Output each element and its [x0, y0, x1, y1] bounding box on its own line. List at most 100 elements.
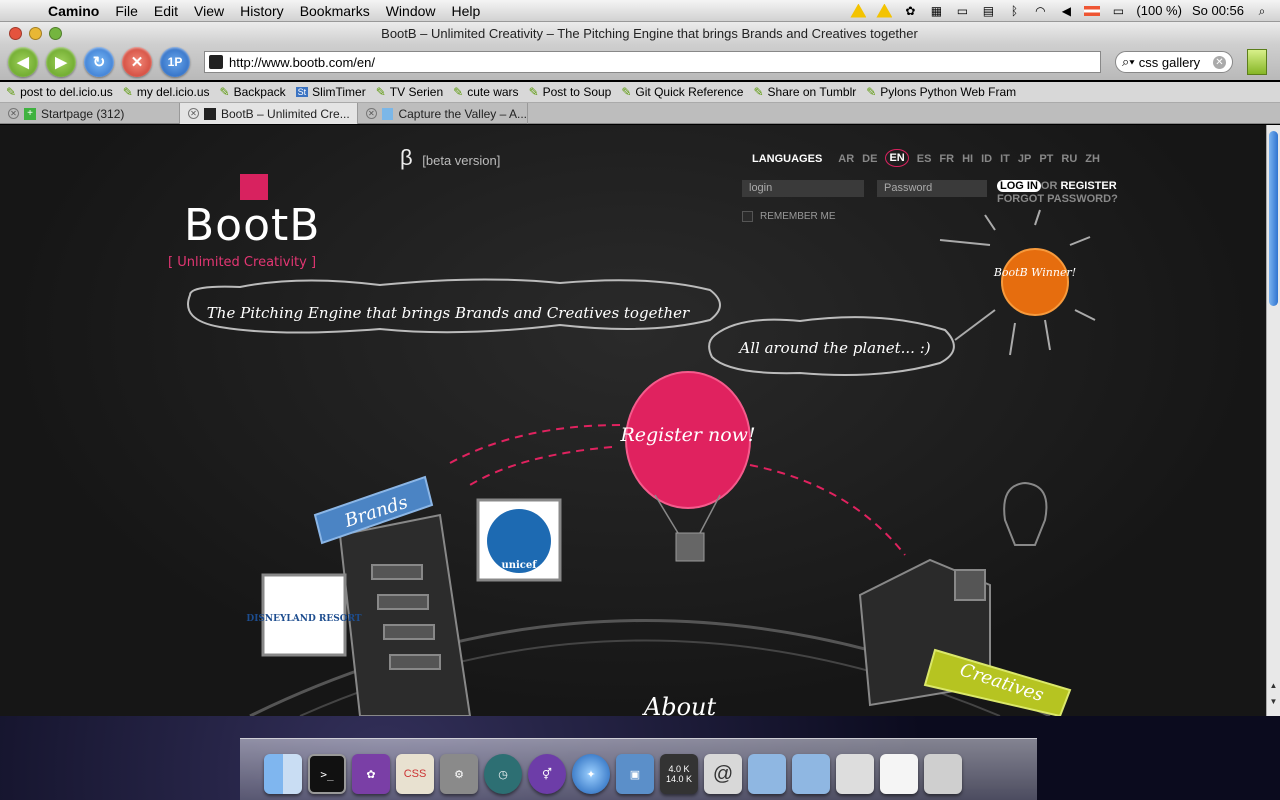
scroll-down-arrow[interactable]: ▼ — [1269, 697, 1278, 707]
grid-icon[interactable]: ▦ — [928, 4, 944, 18]
bookmark-item[interactable]: ✎ Backpack — [220, 85, 286, 99]
tab-capture-the-valley[interactable]: ✕ Capture the Valley – A... — [358, 103, 528, 124]
bookmark-item[interactable]: ✎ my del.icio.us — [123, 85, 210, 99]
warning-icon[interactable] — [876, 3, 893, 18]
menu-help[interactable]: Help — [444, 3, 489, 19]
remember-checkbox[interactable] — [742, 211, 753, 222]
address-bar[interactable]: http://www.bootb.com/en/ — [204, 51, 1101, 73]
menu-bookmarks[interactable]: Bookmarks — [292, 3, 378, 19]
close-tab-icon[interactable]: ✕ — [188, 108, 199, 119]
balloon-text[interactable]: Register now! — [619, 424, 755, 446]
menu-history[interactable]: History — [232, 3, 292, 19]
lang-ar[interactable]: AR — [838, 153, 854, 167]
paw-icon[interactable]: ✿ — [902, 4, 918, 18]
lang-pt[interactable]: PT — [1039, 153, 1053, 167]
bookmark-item[interactable]: ✎ post to del.icio.us — [6, 85, 113, 99]
lang-en[interactable]: EN — [885, 149, 909, 167]
close-tab-icon[interactable]: ✕ — [8, 108, 19, 119]
wifi-icon[interactable]: ◠ — [1032, 4, 1048, 18]
bookmark-label: Pylons Python Web Fram — [880, 85, 1017, 99]
minimize-window-button[interactable] — [29, 26, 42, 40]
net-up: 4.0 K — [668, 764, 690, 774]
clear-search-icon[interactable]: ✕ — [1213, 55, 1226, 69]
documents-folder-icon[interactable] — [748, 754, 786, 794]
bluetooth-icon[interactable]: ᛒ — [1006, 4, 1022, 18]
tab-favicon — [204, 107, 216, 120]
bookmark-item[interactable]: ✎ TV Serien — [376, 85, 443, 99]
keyboard-icon[interactable]: ▤ — [980, 4, 996, 18]
trash-icon[interactable] — [924, 754, 962, 794]
login-input[interactable]: login — [742, 180, 864, 197]
adium-icon[interactable]: ⚥ — [528, 754, 566, 794]
drive-icon[interactable] — [836, 754, 874, 794]
iphoto-icon[interactable]: ▣ — [616, 754, 654, 794]
bookmarklet-icon: ✎ — [621, 85, 632, 99]
scrollbar-thumb[interactable] — [1269, 131, 1278, 306]
terminal-icon[interactable]: >_ — [308, 754, 346, 794]
volume-icon[interactable]: ◀ — [1058, 4, 1074, 18]
menu-view[interactable]: View — [186, 3, 232, 19]
lang-hi[interactable]: HI — [962, 153, 973, 167]
bootb-logo[interactable]: BootB [ Unlimited Creativity ] — [168, 160, 328, 275]
menu-file[interactable]: File — [107, 3, 146, 19]
bookmark-toolbar-button[interactable] — [1247, 49, 1267, 75]
lang-zh[interactable]: ZH — [1085, 153, 1100, 167]
1password-button[interactable]: 1P — [160, 47, 190, 77]
bookmark-item[interactable]: ✎ Share on Tumblr — [753, 85, 856, 99]
remember-label: REMEMBER ME — [760, 211, 836, 222]
tab-bootb[interactable]: ✕ BootB – Unlimited Cre... — [180, 103, 358, 124]
stop-button[interactable]: ✕ — [122, 47, 152, 77]
spotlight-icon[interactable]: ⌕ — [1254, 4, 1270, 18]
textedit-icon[interactable] — [880, 754, 918, 794]
bookmarklet-icon: ✎ — [753, 85, 764, 99]
cssedit-icon[interactable]: CSS — [396, 754, 434, 794]
logo-pink-square — [240, 174, 268, 200]
tab-startpage[interactable]: ✕ + Startpage (312) — [0, 103, 180, 124]
password-input[interactable]: Password — [877, 180, 987, 197]
language-selector: LANGUAGES AR DE EN ES FR HI ID IT JP PT … — [752, 149, 1100, 167]
back-button[interactable]: ◀ — [8, 47, 38, 77]
lang-jp[interactable]: JP — [1018, 153, 1031, 167]
warning-icon[interactable] — [850, 3, 867, 18]
about-link[interactable]: About — [642, 693, 717, 716]
sun-text: BootB Winner! — [993, 266, 1076, 279]
lang-ru[interactable]: RU — [1061, 153, 1077, 167]
movies-folder-icon[interactable] — [792, 754, 830, 794]
remember-me[interactable]: REMEMBER ME — [742, 211, 836, 222]
finder-icon[interactable] — [264, 754, 302, 794]
lang-id[interactable]: ID — [981, 153, 992, 167]
menu-edit[interactable]: Edit — [146, 3, 186, 19]
camino-icon[interactable]: ✦ — [572, 754, 610, 794]
bookmark-item[interactable]: St SlimTimer — [295, 85, 366, 99]
time-machine-icon[interactable]: ◷ — [484, 754, 522, 794]
bookmark-item[interactable]: ✎ Post to Soup — [529, 85, 612, 99]
lang-fr[interactable]: FR — [939, 153, 954, 167]
system-preferences-icon[interactable]: ⚙ — [440, 754, 478, 794]
network-monitor-icon[interactable]: 4.0 K 14.0 K — [660, 754, 698, 794]
lang-de[interactable]: DE — [862, 153, 877, 167]
bookmark-item[interactable]: ✎ Git Quick Reference — [621, 85, 743, 99]
reload-button[interactable]: ↻ — [84, 47, 114, 77]
display-icon[interactable]: ▭ — [954, 4, 970, 18]
register-link[interactable]: REGISTER — [1060, 180, 1116, 192]
forgot-password-link[interactable]: FORGOT PASSWORD? — [997, 193, 1118, 205]
search-field[interactable]: ⌕▾ css gallery ✕ — [1115, 51, 1233, 73]
close-tab-icon[interactable]: ✕ — [366, 108, 377, 119]
lang-it[interactable]: IT — [1000, 153, 1010, 167]
menu-app[interactable]: Camino — [40, 3, 107, 19]
scroll-up-arrow[interactable]: ▲ — [1269, 681, 1278, 691]
login-button[interactable]: LOG IN — [997, 180, 1041, 192]
battery-icon[interactable]: ▭ — [1110, 4, 1126, 18]
clock[interactable]: So 00:56 — [1192, 3, 1244, 18]
flag-icon[interactable] — [1084, 5, 1101, 16]
close-window-button[interactable] — [9, 26, 22, 40]
bookmark-item[interactable]: ✎ cute wars — [453, 85, 518, 99]
lang-es[interactable]: ES — [917, 153, 932, 167]
forward-button[interactable]: ▶ — [46, 47, 76, 77]
textmate-icon[interactable]: ✿ — [352, 754, 390, 794]
menu-window[interactable]: Window — [378, 3, 444, 19]
vertical-scrollbar[interactable]: ▲ ▼ — [1266, 125, 1280, 716]
bookmark-item[interactable]: ✎ Pylons Python Web Fram — [866, 85, 1016, 99]
zoom-window-button[interactable] — [49, 26, 62, 40]
mail-icon[interactable]: @ — [704, 754, 742, 794]
